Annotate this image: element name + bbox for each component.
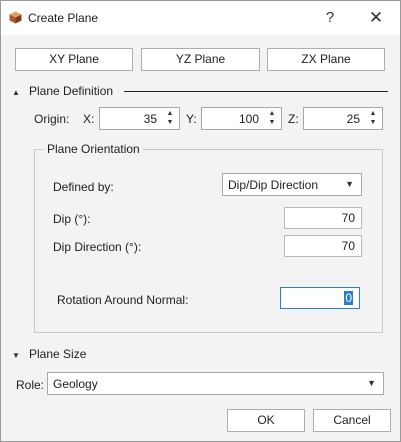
plane-definition-header[interactable]: Plane Definition [29,84,113,98]
defined-by-label: Defined by: [53,180,114,194]
window-title: Create Plane [28,11,99,25]
rotation-label: Rotation Around Normal: [57,293,189,307]
defined-by-value: Dip/Dip Direction [228,178,319,192]
zx-plane-button[interactable]: ZX Plane [267,48,385,71]
chevron-down-icon: ▼ [367,378,376,388]
role-label: Role: [16,378,45,392]
dip-label: Dip (°): [53,212,91,226]
yz-plane-button[interactable]: YZ Plane [141,48,260,71]
xy-plane-button[interactable]: XY Plane [15,48,133,71]
origin-y-value: 100 [238,112,259,126]
role-dropdown[interactable]: Geology ▼ [47,372,384,395]
chevron-down-icon: ▼ [345,179,354,189]
y-label: Y: [186,112,197,126]
cancel-button[interactable]: Cancel [313,409,391,432]
rotation-input[interactable]: 0 [280,287,360,309]
ok-button[interactable]: OK [227,409,305,432]
x-label: X: [83,112,95,126]
collapse-up-icon[interactable]: ▲ [12,88,20,97]
create-plane-dialog: Create Plane ? ✕ XY Plane YZ Plane ZX Pl… [0,0,401,442]
dip-input[interactable]: 70 [284,207,362,229]
origin-z-spinbox[interactable]: 25 ▲ ▼ [303,107,383,130]
rotation-value: 0 [344,291,353,305]
spin-down-icon[interactable]: ▼ [267,119,277,127]
section-divider [124,91,388,92]
dip-direction-label: Dip Direction (°): [53,240,142,254]
spin-up-icon[interactable]: ▲ [368,110,378,118]
help-button[interactable]: ? [317,5,343,31]
close-button[interactable]: ✕ [363,5,389,31]
expand-down-icon[interactable]: ▼ [12,351,20,360]
origin-z-value: 25 [346,112,360,126]
app-icon [9,11,22,24]
origin-x-value: 35 [143,112,157,126]
spin-down-icon[interactable]: ▼ [368,119,378,127]
plane-orientation-title: Plane Orientation [44,142,143,156]
spin-down-icon[interactable]: ▼ [165,119,175,127]
z-label: Z: [288,112,299,126]
origin-x-spinbox[interactable]: 35 ▲ ▼ [99,107,180,130]
spin-up-icon[interactable]: ▲ [267,110,277,118]
title-bar: Create Plane ? ✕ [1,1,400,35]
dip-direction-value: 70 [341,239,355,253]
spin-up-icon[interactable]: ▲ [165,110,175,118]
defined-by-dropdown[interactable]: Dip/Dip Direction ▼ [222,173,362,196]
plane-size-header[interactable]: Plane Size [29,347,86,361]
origin-label: Origin: [34,112,70,126]
dip-direction-input[interactable]: 70 [284,235,362,257]
role-value: Geology [53,377,98,391]
origin-y-spinbox[interactable]: 100 ▲ ▼ [201,107,282,130]
